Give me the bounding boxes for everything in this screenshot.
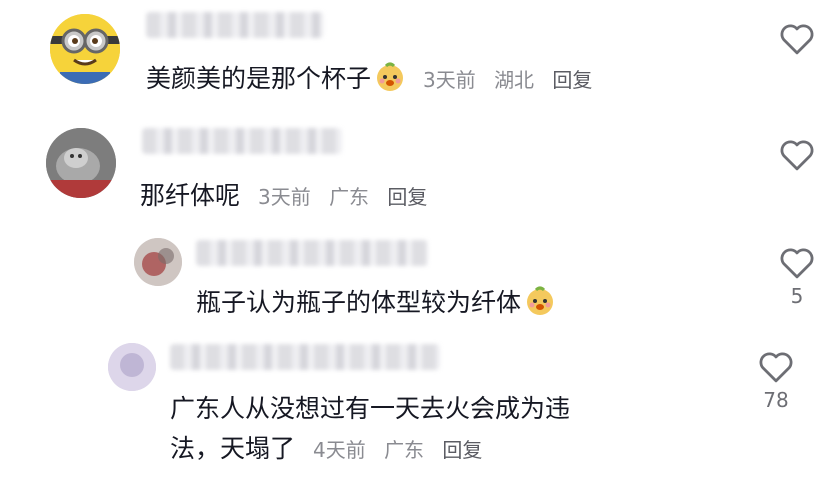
like-count: 78 bbox=[763, 388, 789, 412]
minion-avatar-icon bbox=[50, 14, 120, 84]
avatar[interactable] bbox=[134, 238, 182, 286]
username-blurred[interactable] bbox=[146, 12, 324, 38]
comment-meta: 3天前 湖北 回复 bbox=[423, 68, 592, 92]
reply-comment-1: 瓶子认为瓶子的体型较为纤体 5 bbox=[0, 232, 823, 332]
reply-button[interactable]: 回复 bbox=[552, 68, 592, 92]
smiling-face-emoji-icon bbox=[527, 286, 554, 315]
comment-text-line-2: 法，天塌了 4天前 广东 回复 bbox=[170, 432, 482, 467]
like-button[interactable]: 78 bbox=[754, 350, 798, 412]
cat-photo-avatar-icon bbox=[46, 128, 116, 198]
like-button[interactable] bbox=[775, 22, 819, 56]
reply-comment-2: 广东人从没想过有一天去火会成为违 法，天塌了 4天前 广东 回复 78 bbox=[0, 336, 823, 481]
username-blurred[interactable] bbox=[196, 240, 428, 266]
comment-time: 3天前 bbox=[257, 185, 311, 209]
reply-button[interactable]: 回复 bbox=[387, 185, 427, 209]
heart-outline-icon bbox=[759, 352, 793, 383]
comment-time: 3天前 bbox=[422, 68, 476, 92]
like-button[interactable] bbox=[775, 138, 819, 172]
heart-outline-icon bbox=[780, 248, 814, 279]
reply-button[interactable]: 回复 bbox=[442, 438, 482, 462]
comment-2: 那纤体呢 3天前 广东 回复 bbox=[0, 115, 823, 225]
like-button[interactable]: 5 bbox=[775, 246, 819, 308]
smiling-face-emoji-icon bbox=[377, 62, 404, 91]
comment-text: 瓶子认为瓶子的体型较为纤体 bbox=[196, 286, 555, 320]
comment-body: 瓶子认为瓶子的体型较为纤体 bbox=[196, 288, 522, 317]
comment-meta: 4天前 广东 回复 bbox=[313, 438, 482, 462]
heart-outline-icon bbox=[780, 140, 814, 171]
username-blurred[interactable] bbox=[170, 344, 440, 370]
comment-location: 广东 bbox=[384, 438, 425, 462]
comment-text: 美颜美的是那个杯子 3天前 湖北 回复 bbox=[146, 62, 592, 97]
avatar[interactable] bbox=[50, 14, 120, 84]
blurred-avatar-icon bbox=[134, 238, 182, 286]
comment-text: 那纤体呢 3天前 广东 回复 bbox=[140, 179, 427, 214]
comment-location: 湖北 bbox=[494, 68, 535, 92]
comment-body: 美颜美的是那个杯子 bbox=[146, 64, 372, 93]
avatar[interactable] bbox=[108, 343, 156, 391]
username-blurred[interactable] bbox=[142, 128, 342, 154]
comment-location: 广东 bbox=[329, 185, 370, 209]
comment-body: 那纤体呢 bbox=[140, 181, 241, 210]
comment-1: 美颜美的是那个杯子 3天前 湖北 回复 bbox=[0, 0, 823, 115]
comment-text-line-1: 广东人从没想过有一天去火会成为违 bbox=[170, 392, 570, 426]
blurred-avatar-icon bbox=[108, 343, 156, 391]
comment-meta: 3天前 广东 回复 bbox=[258, 185, 427, 209]
comment-body: 法，天塌了 bbox=[170, 434, 296, 463]
avatar[interactable] bbox=[46, 128, 116, 198]
like-count: 5 bbox=[790, 284, 804, 308]
comment-time: 4天前 bbox=[312, 438, 366, 462]
heart-outline-icon bbox=[780, 24, 814, 55]
comment-body: 广东人从没想过有一天去火会成为违 bbox=[170, 394, 571, 423]
